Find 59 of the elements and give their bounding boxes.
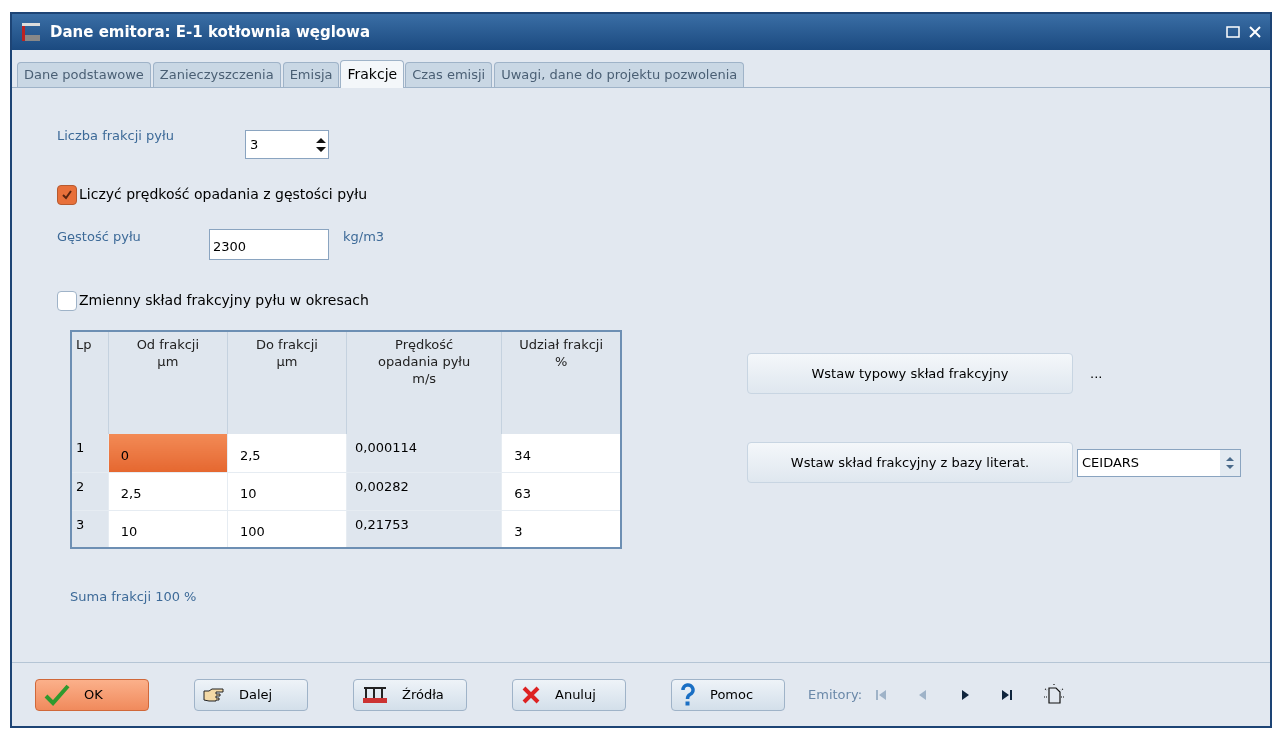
table-cell[interactable]: 0: [108, 434, 228, 472]
tab[interactable]: Uwagi, dane do projektu pozwolenia: [494, 62, 745, 87]
table-cell: 0,00282: [346, 472, 502, 510]
maximize-icon[interactable]: [1226, 26, 1240, 38]
table-cell[interactable]: 2,5: [108, 472, 228, 510]
source-select[interactable]: CEIDARS: [1077, 448, 1241, 477]
table-cell: 1: [71, 434, 109, 472]
table-cell: 0,000114: [346, 434, 502, 472]
close-icon[interactable]: [1248, 25, 1262, 39]
table-cell[interactable]: 2,5: [227, 434, 347, 472]
skip-forward-icon[interactable]: [1000, 687, 1014, 702]
footer-button[interactable]: OK: [35, 678, 149, 711]
checkmark-icon: [44, 683, 70, 706]
window-title: Dane emitora: E-1 kotłownia węglowa: [50, 21, 371, 43]
field-label: Liczba frakcji pyłu: [57, 127, 175, 145]
column-header: Do frakcji µm: [227, 331, 347, 434]
density-field[interactable]: 2300: [209, 229, 329, 260]
table-cell[interactable]: 10: [227, 472, 347, 510]
unit-label: kg/m3: [343, 228, 385, 246]
cross-icon: [521, 684, 541, 705]
table-cell[interactable]: 3: [501, 510, 621, 548]
tab[interactable]: Dane podstawowe: [17, 62, 151, 87]
footer-button[interactable]: Źródła: [353, 678, 467, 711]
table-cell[interactable]: 10: [108, 510, 228, 548]
column-header: Od frakcji µm: [108, 331, 228, 434]
tab[interactable]: Zanieczyszczenia: [152, 62, 281, 87]
footer-button[interactable]: Anuluj: [512, 678, 626, 711]
table-cell[interactable]: 34: [501, 434, 621, 472]
table-cell[interactable]: 100: [227, 510, 347, 548]
insert-typical-button[interactable]: Wstaw typowy skład frakcyjny: [747, 353, 1073, 394]
chimneys-icon: [362, 684, 388, 705]
footer-button[interactable]: Dalej: [194, 678, 308, 711]
ellipsis-label: ...: [1090, 364, 1103, 383]
checkbox-label: Liczyć prędkość opadania z gęstości pyłu: [79, 185, 368, 204]
table-cell: 2: [71, 472, 109, 510]
insert-from-literature-button[interactable]: Wstaw skład frakcyjny z bazy literat.: [747, 442, 1073, 483]
field-label: Gęstość pyłu: [57, 228, 142, 246]
checkbox[interactable]: [57, 184, 77, 205]
page-icon[interactable]: [1042, 682, 1066, 707]
table-cell: 3: [71, 510, 109, 548]
tab[interactable]: Emisja: [282, 62, 340, 87]
factory-icon: [20, 21, 42, 43]
table-cell[interactable]: 63: [501, 472, 621, 510]
tab[interactable]: Frakcje: [340, 60, 405, 88]
question-mark-icon: [680, 682, 696, 707]
checkbox-label: Zmienny skład frakcyjny pyłu w okresach: [79, 291, 369, 310]
column-header: Prędkość opadania pyłu m/s: [346, 331, 502, 434]
sum-label: Suma frakcji 100 %: [70, 588, 198, 606]
tab[interactable]: Czas emisji: [405, 62, 493, 87]
table-cell: 0,21753: [346, 510, 502, 548]
pointing-hand-icon: [203, 687, 225, 702]
spin-arrows-icon[interactable]: [314, 135, 328, 154]
footer-button[interactable]: Pomoc: [671, 678, 785, 711]
check-icon: [62, 189, 72, 200]
spin-box[interactable]: 3: [245, 130, 329, 159]
column-header: Lp: [71, 331, 109, 434]
column-header: Udział frakcji %: [501, 331, 621, 434]
checkbox[interactable]: [57, 290, 77, 311]
nav-label: Emitory:: [808, 685, 862, 704]
